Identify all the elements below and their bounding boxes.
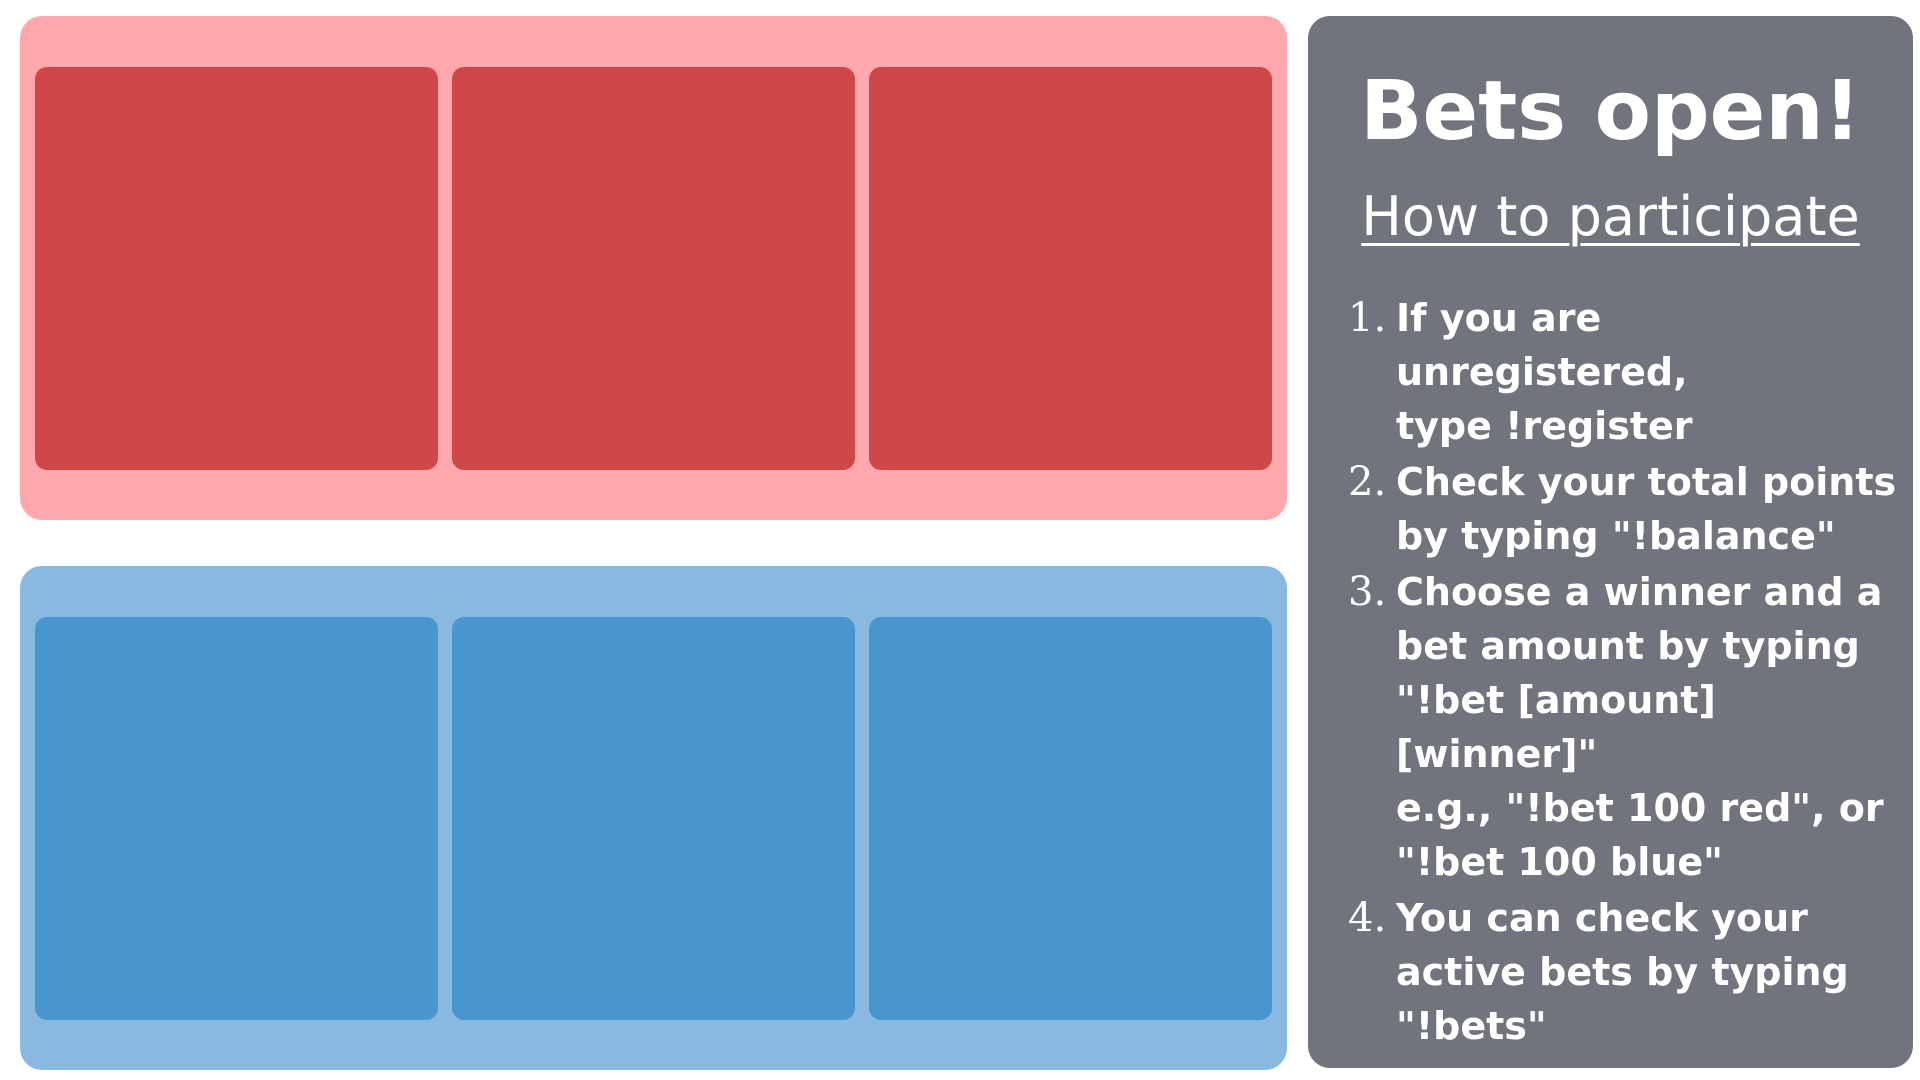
instruction-step: 3. Choose a winner and a bet amount by t… — [1348, 565, 1903, 889]
step-number: 2. — [1348, 459, 1387, 505]
instruction-step: 1. If you are unregistered, type !regist… — [1348, 291, 1903, 453]
instruction-steps: 1. If you are unregistered, type !regist… — [1348, 291, 1903, 1055]
red-slot-3 — [869, 67, 1272, 470]
red-team-panel — [20, 16, 1287, 520]
blue-team-panel — [20, 566, 1287, 1070]
blue-slot-3 — [869, 617, 1272, 1020]
blue-slot-2 — [452, 617, 855, 1020]
blue-slot-1 — [35, 617, 438, 1020]
red-slot-1 — [35, 67, 438, 470]
step-text: Check your total points by typing "!bala… — [1396, 460, 1897, 558]
step-text: If you are unregistered, type !register — [1396, 296, 1693, 448]
how-to-participate-heading: How to participate — [1361, 185, 1860, 248]
instructions-panel: Bets open! How to participate 1. If you … — [1308, 16, 1913, 1068]
step-number: 4. — [1348, 895, 1387, 941]
instruction-step: 2. Check your total points by typing "!b… — [1348, 455, 1903, 563]
step-text: Choose a winner and a bet amount by typi… — [1396, 570, 1884, 884]
step-text: You can check your active bets by typing… — [1396, 896, 1849, 1048]
step-number: 3. — [1348, 569, 1387, 615]
bets-open-title: Bets open! — [1359, 64, 1862, 159]
step-number: 1. — [1348, 295, 1387, 341]
instruction-step: 4. You can check your active bets by typ… — [1348, 891, 1903, 1053]
red-slot-2 — [452, 67, 855, 470]
